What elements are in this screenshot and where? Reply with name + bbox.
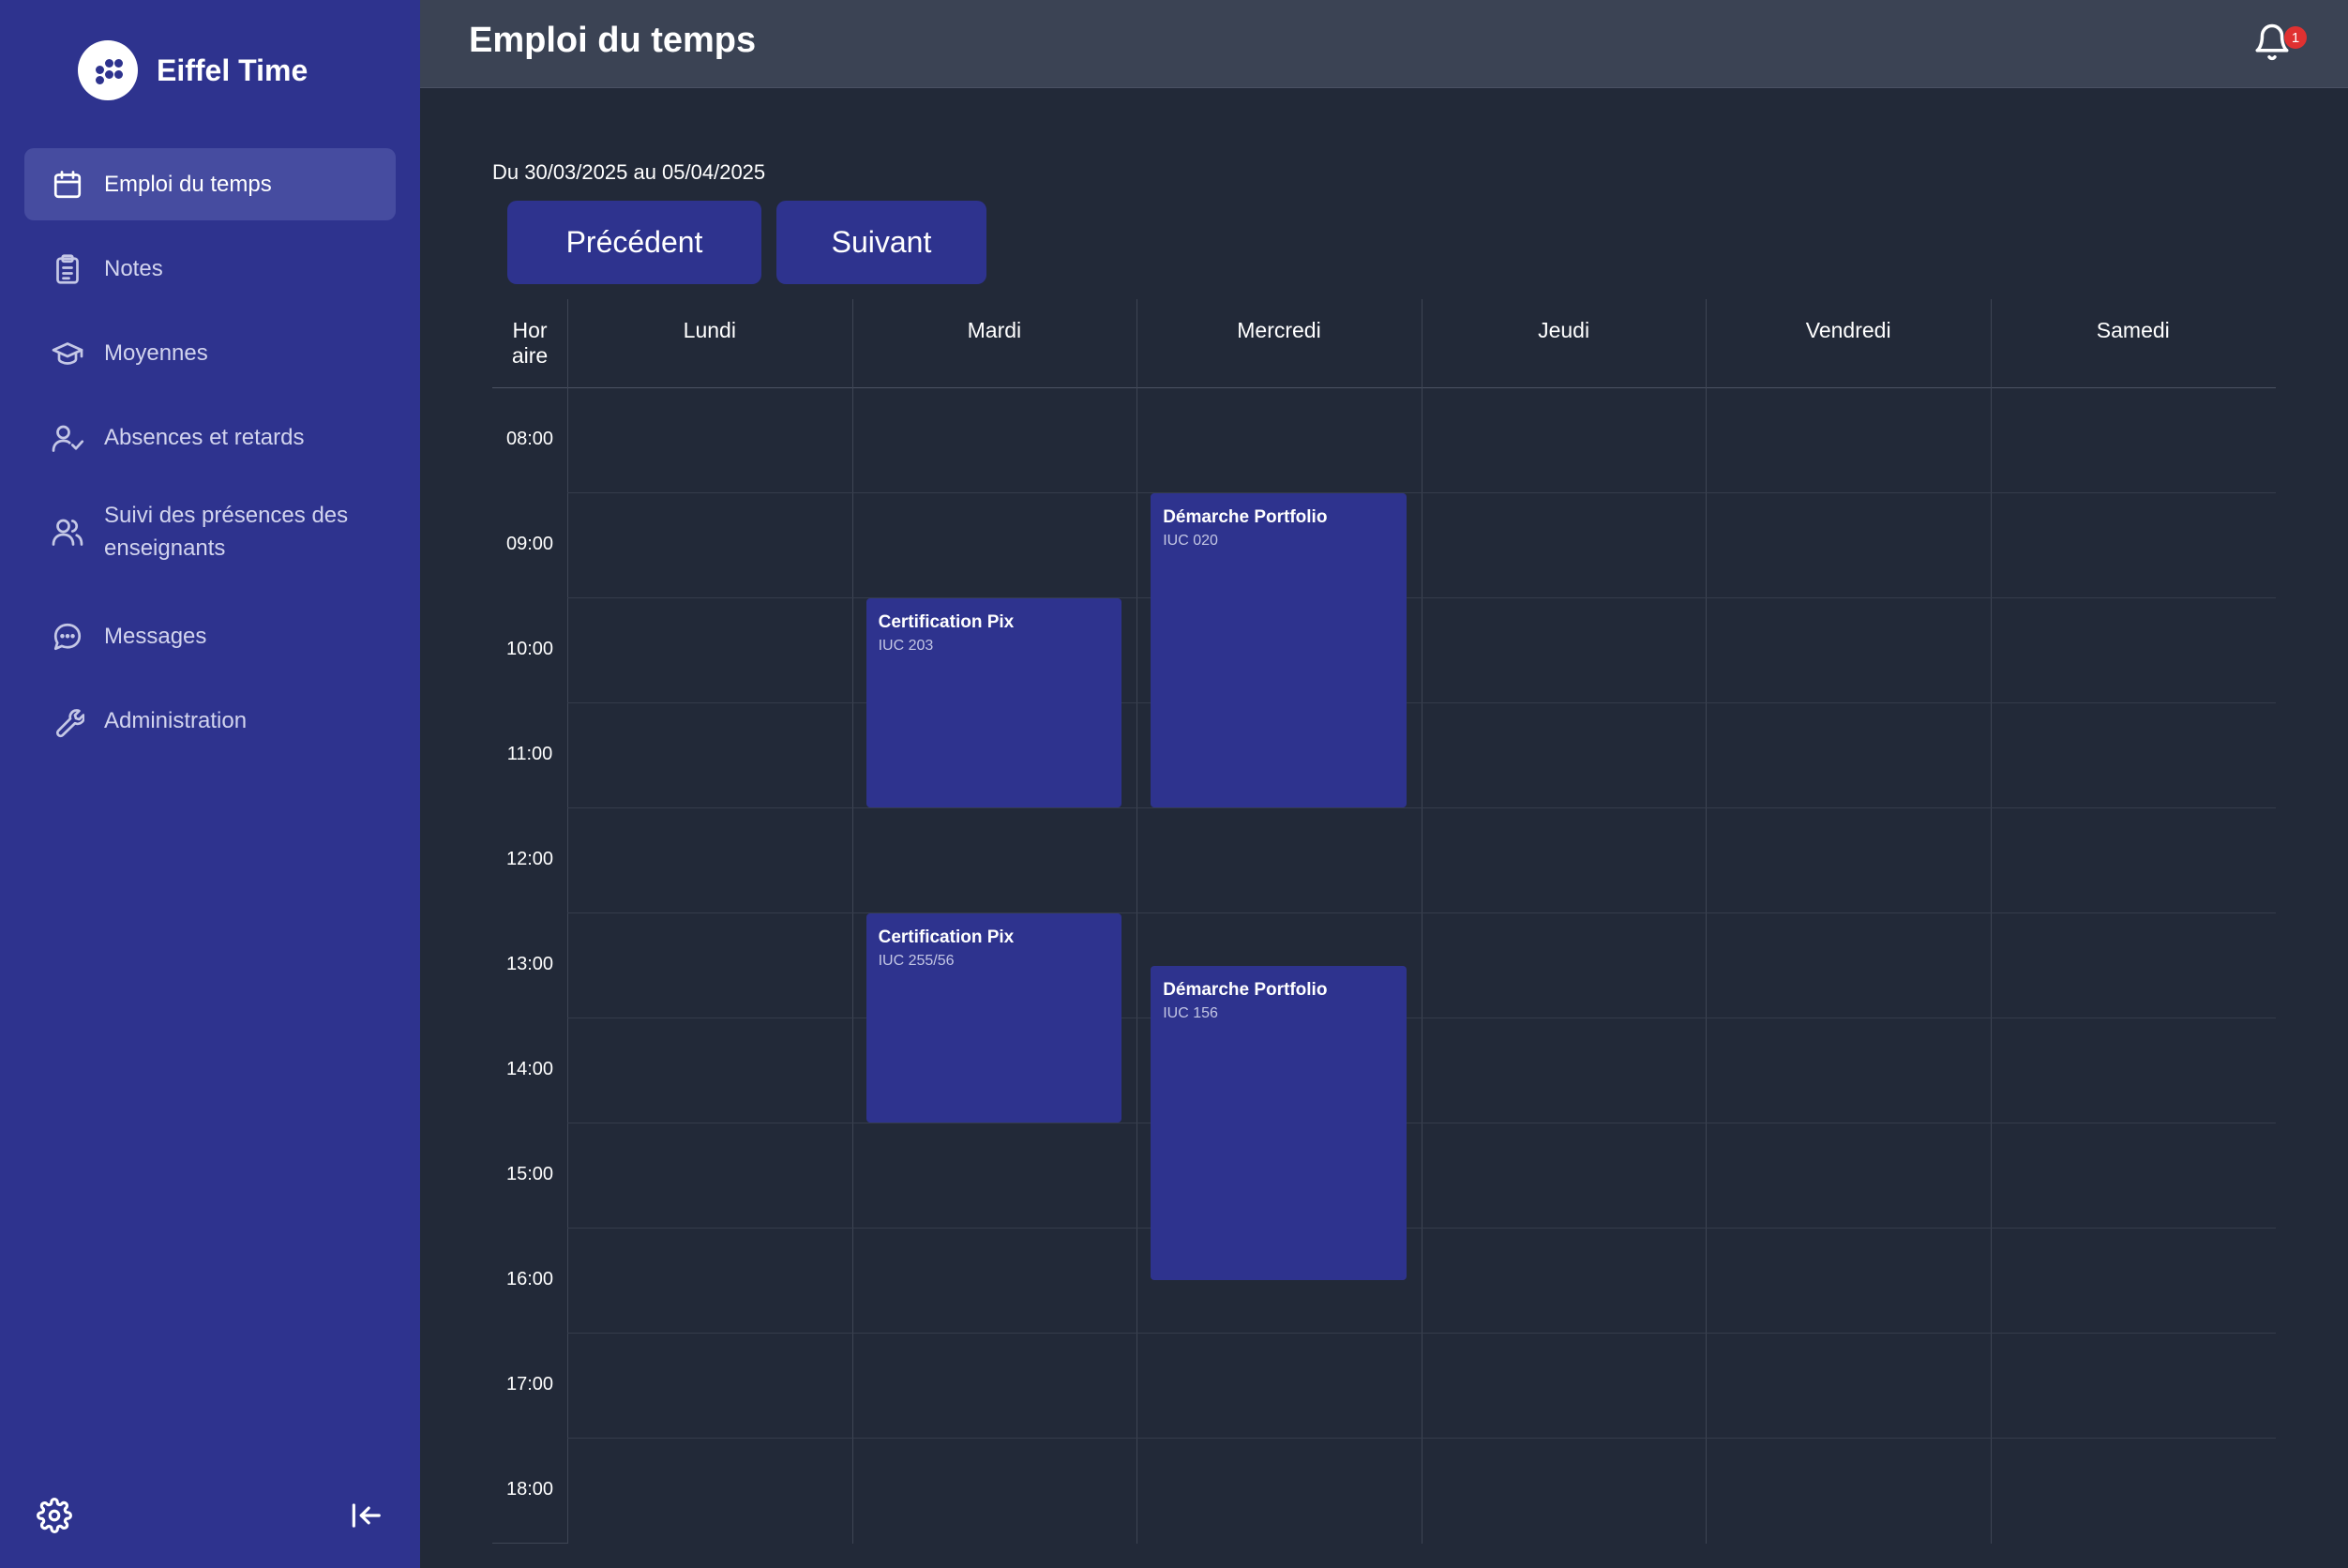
app-name: Eiffel Time [157,53,309,87]
hour-divider [567,912,2276,913]
course-room: IUC 255/56 [878,953,955,969]
header-divider [492,387,2276,388]
chat-bubble-icon [50,619,85,655]
sidebar-item-emploi-du-temps[interactable]: Emploi du temps [24,148,396,220]
sidebar-item-moyennes[interactable]: Moyennes [24,317,396,389]
hour-divider [567,807,2276,808]
clipboard-icon [50,251,85,287]
time-label: 09:00 [505,534,554,554]
hour-divider [567,1438,2276,1439]
time-label: 14:00 [505,1059,554,1079]
timetable-grid: Hor aire Lundi Mardi Mercredi Jeudi Vendredi… [492,299,2276,1544]
course-event[interactable]: Démarche Portfolio IUC 020 [1151,493,1407,807]
previous-week-button[interactable]: Précédent [507,201,761,284]
course-room: IUC 156 [1163,1005,1218,1021]
hour-divider [567,1228,2276,1229]
time-label: 11:00 [506,744,553,764]
time-label: 08:00 [505,429,554,449]
column-divider [1706,299,1708,1544]
sidebar-item-label: Messages [104,624,207,649]
sidebar-item-label: Suivi des présences des enseignants [104,503,349,561]
course-title: Démarche Portfolio [1163,507,1328,527]
course-title: Certification Pix [878,927,1015,947]
time-label: 17:00 [505,1374,554,1395]
sidebar-item-label: Notes [104,256,163,281]
course-title: Démarche Portfolio [1163,980,1328,1000]
column-divider [567,299,568,1544]
graduation-cap-icon [50,336,85,371]
top-bar: Emploi du temps 1 [420,0,2348,88]
course-event[interactable]: Démarche Portfolio IUC 156 [1151,966,1407,1280]
course-event[interactable]: Certification Pix IUC 203 [865,598,1122,807]
day-header-jeudi: Jeudi [1538,318,1590,342]
collapse-sidebar-button[interactable] [345,1497,386,1538]
users-icon [50,514,85,550]
hour-divider [567,492,2276,493]
time-label: 10:00 [505,639,554,659]
wrench-icon [50,703,85,739]
day-header-mercredi: Mercredi [1237,318,1321,342]
day-header-mardi: Mardi [967,318,1022,342]
gear-icon [37,1497,72,1538]
course-room: IUC 203 [878,638,934,654]
time-label: 13:00 [505,954,554,974]
sidebar-item-absences[interactable]: Absences et retards [24,401,396,474]
sidebar-item-label: Administration [104,708,248,733]
column-divider [1991,299,1992,1544]
day-header-lundi: Lundi [683,318,736,342]
settings-button[interactable] [34,1497,75,1538]
course-title: Certification Pix [878,612,1015,632]
hour-column-header: Hor aire [511,318,549,368]
time-label: 18:00 [505,1479,554,1500]
day-header-samedi: Samedi [2096,318,2170,342]
user-check-icon [50,420,85,456]
hour-divider [567,597,2276,598]
app-logo-icon [78,40,138,100]
column-divider [851,299,853,1544]
sidebar-item-administration[interactable]: Administration [24,685,396,757]
next-week-button[interactable]: Suivant [776,201,986,284]
sidebar-item-label: Emploi du temps [104,172,272,197]
sidebar: Eiffel Time Emploi du temps Notes Moyenn… [0,0,420,1568]
sidebar-item-label: Moyennes [104,340,208,366]
sidebar-item-notes[interactable]: Notes [24,233,396,305]
hour-divider [492,1543,567,1544]
sidebar-item-label: Absences et retards [104,425,305,450]
page-title: Emploi du temps [469,21,757,60]
time-label: 12:00 [505,849,554,869]
sidebar-item-messages[interactable]: Messages [24,600,396,672]
calendar-icon [50,167,85,203]
hour-divider [567,702,2276,703]
day-header-vendredi: Vendredi [1805,318,1891,342]
time-label: 16:00 [505,1269,554,1289]
time-label: 15:00 [505,1164,554,1184]
sidebar-item-suivi-presences[interactable]: Suivi des présences des enseignants [24,486,396,578]
notifications-button[interactable]: 1 [2250,19,2307,66]
course-room: IUC 020 [1163,533,1218,549]
course-event[interactable]: Certification Pix IUC 255/56 [865,913,1122,1123]
brand[interactable]: Eiffel Time [78,40,308,100]
column-divider [1136,299,1138,1544]
notification-count-badge: 1 [2284,26,2307,49]
week-range: Du 30/03/2025 au 05/04/2025 [492,160,766,184]
hour-divider [567,1333,2276,1334]
collapse-left-icon [348,1498,384,1538]
